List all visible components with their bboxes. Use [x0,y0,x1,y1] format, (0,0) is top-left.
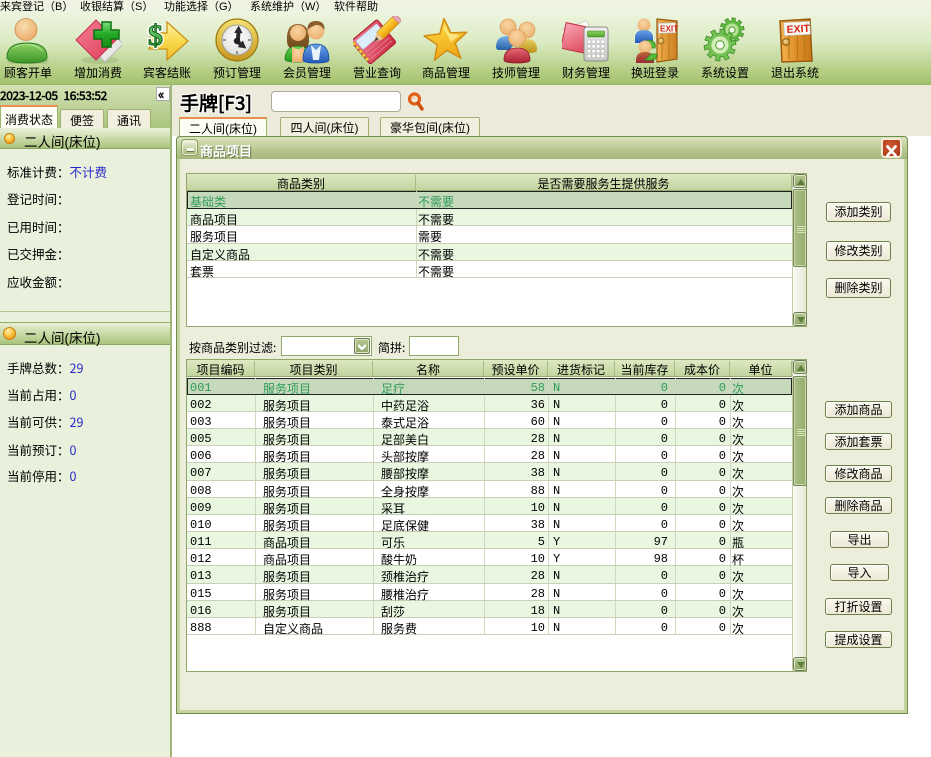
svg-text:EXIT: EXIT [786,23,811,36]
svg-text:EXIT: EXIT [660,25,678,34]
svg-text:$: $ [148,19,163,52]
